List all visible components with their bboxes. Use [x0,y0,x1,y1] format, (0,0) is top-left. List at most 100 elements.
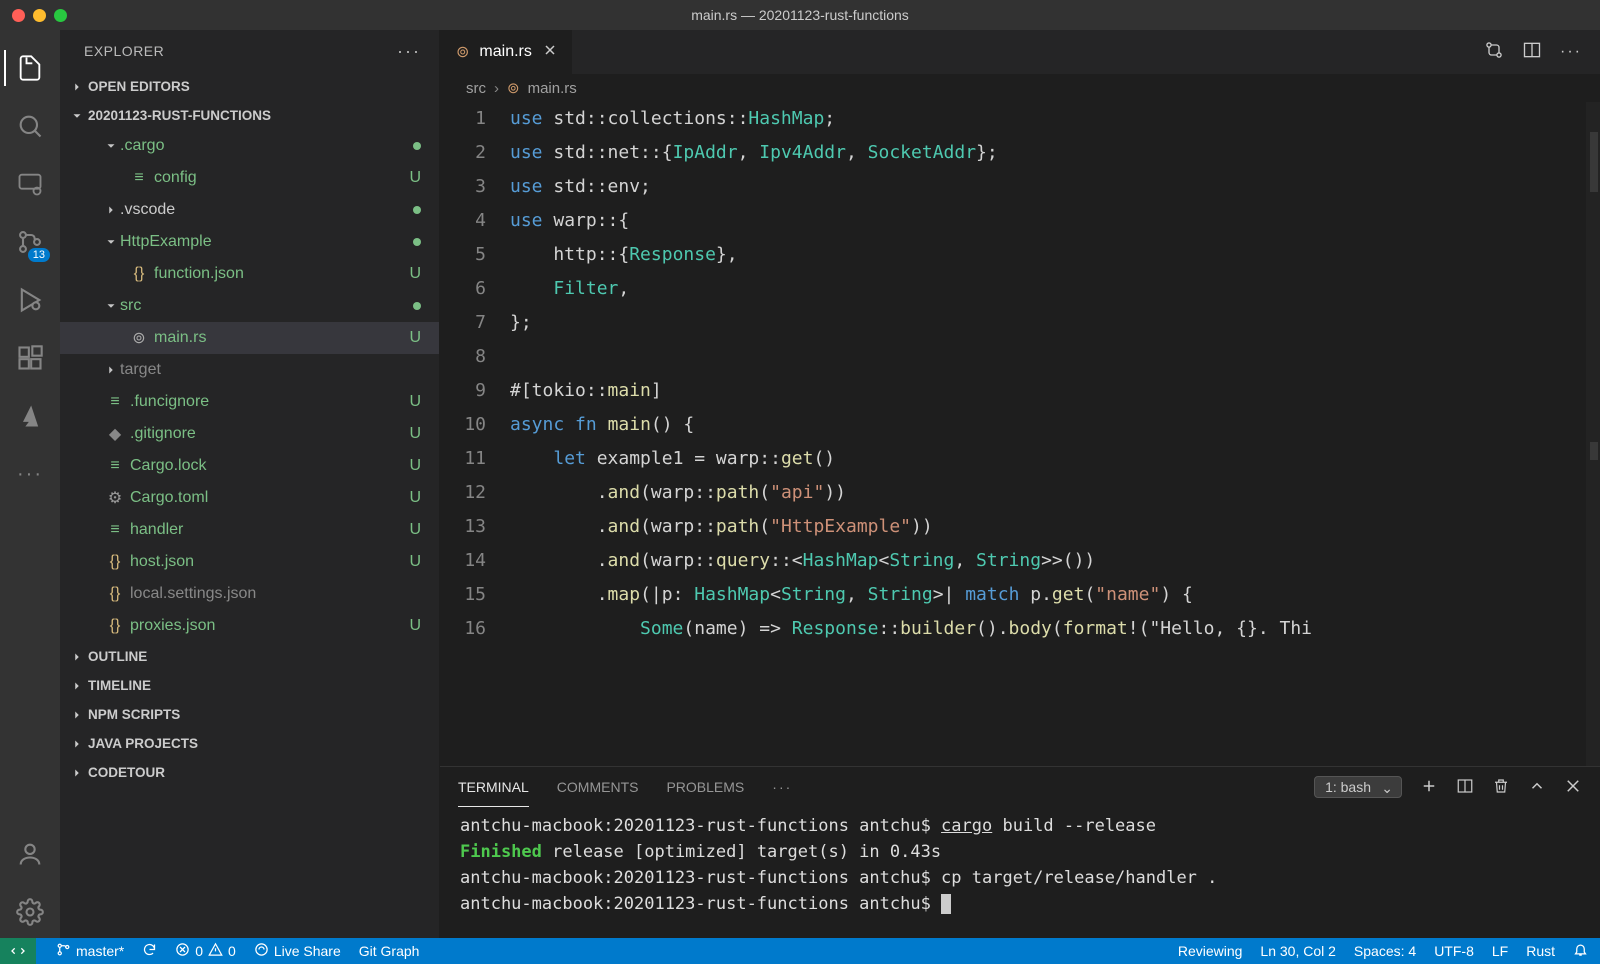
eol[interactable]: LF [1492,943,1508,959]
git-modified-dot [413,142,421,150]
breadcrumb-file[interactable]: main.rs [528,80,577,97]
gear-icon: ⚙ [104,488,126,508]
bottom-panel: TERMINAL COMMENTS PROBLEMS ··· 1: bash ⌄ [440,766,1600,938]
folder-src[interactable]: src [60,290,439,322]
source-control-icon[interactable]: 13 [4,216,56,268]
file-cargotoml[interactable]: ⚙ Cargo.toml U [60,482,439,514]
git-status-untracked: U [403,553,421,571]
json-icon: {} [104,553,126,571]
explorer-title: EXPLORER [84,43,164,59]
minimize-window-button[interactable] [33,9,46,22]
git-status-untracked: U [403,617,421,635]
panel-tabs: TERMINAL COMMENTS PROBLEMS ··· 1: bash ⌄ [440,767,1600,807]
file-proxiesjson[interactable]: {} proxies.json U [60,610,439,642]
search-icon[interactable] [4,100,56,152]
terminal-select[interactable]: 1: bash ⌄ [1314,776,1402,798]
file-funcignore[interactable]: ≡ .funcignore U [60,386,439,418]
kill-terminal-icon[interactable] [1492,777,1510,798]
git-status-untracked: U [403,393,421,411]
section-java[interactable]: JAVA PROJECTS [60,729,439,758]
azure-icon[interactable] [4,390,56,442]
live-share[interactable]: Live Share [254,942,341,960]
activity-bar: 13 ··· [0,30,60,938]
breadcrumb[interactable]: src › ⊚ main.rs [440,74,1600,102]
close-panel-icon[interactable] [1564,777,1582,798]
maximize-window-button[interactable] [54,9,67,22]
folder-httpexample[interactable]: HttpExample [60,226,439,258]
git-status-untracked: U [403,489,421,507]
file-cargolock[interactable]: ≡ Cargo.lock U [60,450,439,482]
panel-tab-terminal[interactable]: TERMINAL [458,767,529,807]
git-status-untracked: U [403,329,421,347]
tab-main-rs[interactable]: ⊚ main.rs [440,30,573,74]
panel-tab-comments[interactable]: COMMENTS [557,767,639,807]
new-terminal-icon[interactable] [1420,777,1438,798]
file-icon: ≡ [104,521,126,539]
more-actions-icon[interactable]: ··· [1560,43,1582,61]
code-content[interactable]: use std::collections::HashMap; use std::… [510,102,1600,766]
close-tab-icon[interactable] [542,42,558,63]
file-handler[interactable]: ≡ handler U [60,514,439,546]
compare-changes-icon[interactable] [1484,40,1504,65]
file-gitignore[interactable]: ◆ .gitignore U [60,418,439,450]
file-icon: ≡ [104,457,126,475]
section-outline[interactable]: OUTLINE [60,642,439,671]
git-graph[interactable]: Git Graph [359,943,420,959]
git-modified-dot [413,238,421,246]
maximize-panel-icon[interactable] [1528,777,1546,798]
panel-more-icon[interactable]: ··· [772,767,792,807]
more-views-icon[interactable]: ··· [4,448,56,500]
file-localsettings[interactable]: {} local.settings.json [60,578,439,610]
language-mode[interactable]: Rust [1526,943,1555,959]
extensions-icon[interactable] [4,332,56,384]
run-debug-icon[interactable] [4,274,56,326]
editor-area: ⊚ main.rs ··· src › ⊚ main.rs [440,30,1600,938]
file-hostjson[interactable]: {} host.json U [60,546,439,578]
status-bar: master* 0 0 Live Share Git Graph Reviewi… [0,938,1600,964]
git-branch[interactable]: master* [56,942,124,960]
section-npm[interactable]: NPM SCRIPTS [60,700,439,729]
notifications-icon[interactable] [1573,942,1588,960]
cursor-position[interactable]: Ln 30, Col 2 [1260,943,1336,959]
explorer-icon[interactable] [4,42,56,94]
file-main-rs[interactable]: ⊚ main.rs U [60,322,439,354]
remote-indicator[interactable] [0,938,36,964]
reviewing-status[interactable]: Reviewing [1178,943,1243,959]
chevron-down-icon: ⌄ [1381,780,1393,797]
file-config[interactable]: ≡ config U [60,162,439,194]
settings-gear-icon[interactable] [4,886,56,938]
minimap[interactable] [1586,102,1600,766]
rust-icon: ⊚ [507,79,520,97]
section-project[interactable]: 20201123-RUST-FUNCTIONS [60,101,439,130]
folder-cargo[interactable]: .cargo [60,130,439,162]
breadcrumb-separator: › [494,80,499,97]
split-terminal-icon[interactable] [1456,777,1474,798]
file-icon: ≡ [104,393,126,411]
titlebar: main.rs — 20201123-rust-functions [0,0,1600,30]
indent-spaces[interactable]: Spaces: 4 [1354,943,1416,959]
accounts-icon[interactable] [4,828,56,880]
panel-tab-problems[interactable]: PROBLEMS [666,767,744,807]
encoding[interactable]: UTF-8 [1434,943,1474,959]
git-modified-dot [413,206,421,214]
git-status-untracked: U [403,169,421,187]
section-open-editors[interactable]: OPEN EDITORS [60,72,439,101]
breadcrumb-src[interactable]: src [466,80,486,97]
json-icon: {} [104,617,126,635]
file-tree: OPEN EDITORS 20201123-RUST-FUNCTIONS .ca… [60,72,439,938]
split-editor-icon[interactable] [1522,40,1542,65]
remote-explorer-icon[interactable] [4,158,56,210]
gitignore-icon: ◆ [104,424,126,444]
folder-vscode[interactable]: .vscode [60,194,439,226]
file-function-json[interactable]: {} function.json U [60,258,439,290]
section-codetour[interactable]: CODETOUR [60,758,439,787]
section-timeline[interactable]: TIMELINE [60,671,439,700]
folder-target[interactable]: target [60,354,439,386]
problems-count[interactable]: 0 0 [175,942,236,960]
explorer-sidebar: EXPLORER ··· OPEN EDITORS 20201123-RUST-… [60,30,440,938]
code-editor[interactable]: 12345678910111213141516 use std::collect… [440,102,1600,766]
explorer-more-icon[interactable]: ··· [397,41,421,62]
terminal-body[interactable]: antchu-macbook:20201123-rust-functions a… [440,807,1600,938]
close-window-button[interactable] [12,9,25,22]
sync-changes[interactable] [142,942,157,960]
